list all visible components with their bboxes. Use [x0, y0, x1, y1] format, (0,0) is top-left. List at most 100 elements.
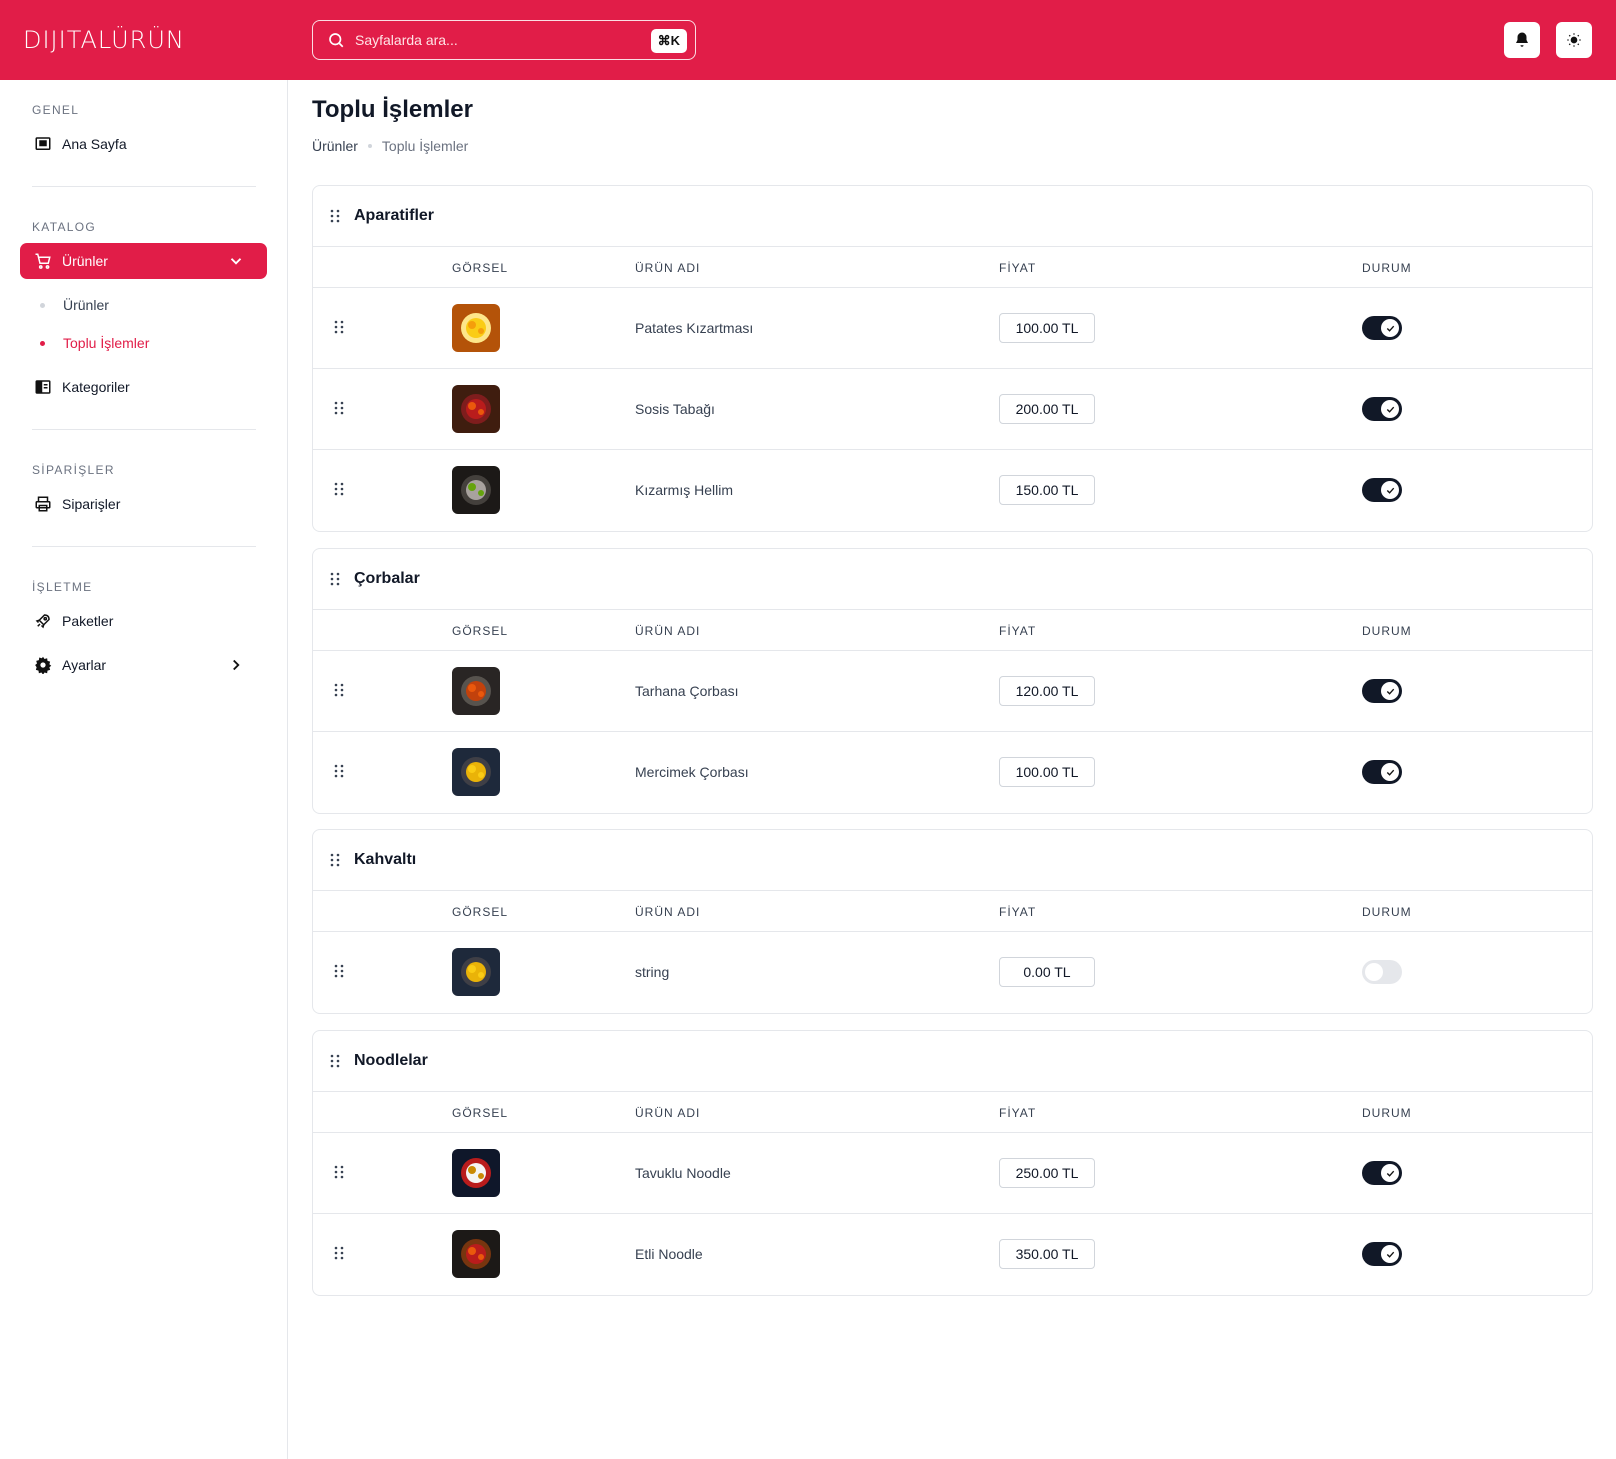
table-row: Tavuklu Noodle 250.00 TL: [313, 1133, 1592, 1214]
drag-handle-icon[interactable]: [330, 1054, 340, 1068]
sidebar-item-label: Paketler: [62, 613, 114, 629]
section-isletme: İŞLETME: [32, 580, 93, 594]
table-row: Patates Kızartması 100.00 TL: [313, 288, 1592, 369]
sidebar-item-categories[interactable]: Kategoriler: [20, 369, 267, 405]
product-image: [452, 304, 500, 352]
sidebar-item-packages[interactable]: Paketler: [20, 603, 267, 639]
check-icon: [1386, 688, 1394, 695]
product-image: [452, 948, 500, 996]
column-header-name: ÜRÜN ADI: [635, 1106, 701, 1120]
category-title: Kahvaltı: [354, 851, 417, 868]
drag-handle-icon[interactable]: [334, 401, 344, 415]
product-name: Mercimek Çorbası: [635, 764, 749, 780]
sidebar-item-products[interactable]: Ürünler: [20, 243, 267, 279]
column-header-status: DURUM: [1362, 1106, 1412, 1120]
status-toggle[interactable]: [1362, 960, 1402, 984]
sidebar-item-home[interactable]: Ana Sayfa: [20, 126, 267, 162]
sidebar-item-settings[interactable]: Ayarlar: [20, 647, 267, 683]
drag-handle-icon[interactable]: [334, 482, 344, 496]
status-toggle[interactable]: [1362, 1242, 1402, 1266]
column-header-status: DURUM: [1362, 624, 1412, 638]
table-row: Tarhana Çorbası 120.00 TL: [313, 651, 1592, 732]
drag-handle-icon[interactable]: [334, 1246, 344, 1260]
logo[interactable]: DIJITALÜRÜN: [23, 24, 185, 56]
notifications-button[interactable]: [1504, 22, 1540, 58]
category-card: Aparatifler GÖRSEL ÜRÜN ADI FİYAT DURUM …: [312, 185, 1593, 532]
table-header: GÖRSEL ÜRÜN ADI FİYAT DURUM: [313, 1092, 1592, 1133]
drag-handle-icon[interactable]: [334, 683, 344, 697]
check-icon: [1386, 1251, 1394, 1258]
sidebar-item-label: Ayarlar: [62, 657, 107, 673]
toggle-knob: [1381, 400, 1399, 418]
check-icon: [1386, 769, 1394, 776]
price-input[interactable]: 150.00 TL: [999, 475, 1095, 505]
column-header-image: GÖRSEL: [452, 261, 509, 275]
category-title: Aparatifler: [354, 207, 435, 224]
search-shortcut: ⌘K: [650, 29, 687, 53]
product-name: Tarhana Çorbası: [635, 683, 739, 699]
drag-handle-icon[interactable]: [330, 853, 340, 867]
drag-handle-icon[interactable]: [334, 964, 344, 978]
bullet: [40, 302, 45, 308]
drag-handle-icon[interactable]: [334, 1165, 344, 1179]
status-toggle[interactable]: [1362, 316, 1402, 340]
price-input[interactable]: 250.00 TL: [999, 1158, 1095, 1188]
column-header-status: DURUM: [1362, 905, 1412, 919]
sidebar-item-orders[interactable]: Siparişler: [20, 486, 267, 522]
price-input[interactable]: 100.00 TL: [999, 757, 1095, 787]
column-header-price: FİYAT: [999, 261, 1037, 275]
section-katalog: KATALOG: [32, 220, 97, 234]
chevron-down-icon: [230, 258, 242, 265]
bullet: [40, 340, 45, 346]
status-toggle[interactable]: [1362, 760, 1402, 784]
price-input[interactable]: 0.00 TL: [999, 957, 1095, 987]
category-title: Çorbalar: [354, 570, 420, 587]
column-header-image: GÖRSEL: [452, 905, 509, 919]
rocket-icon: [35, 614, 50, 629]
product-name: Etli Noodle: [635, 1246, 703, 1262]
price-input[interactable]: 100.00 TL: [999, 313, 1095, 343]
product-name: Kızarmış Hellim: [635, 482, 734, 498]
toggle-knob: [1381, 1245, 1399, 1263]
bell-icon: [1516, 32, 1528, 47]
table-header: GÖRSEL ÜRÜN ADI FİYAT DURUM: [313, 247, 1592, 288]
breadcrumb-item-current: Toplu İşlemler: [381, 138, 469, 154]
drag-handle-icon[interactable]: [330, 209, 340, 223]
product-image: [452, 748, 500, 796]
theme-toggle-button[interactable]: [1556, 22, 1592, 58]
drag-handle-icon[interactable]: [334, 320, 344, 334]
category-header: Çorbalar: [313, 549, 1592, 610]
status-toggle[interactable]: [1362, 679, 1402, 703]
drag-handle-icon[interactable]: [330, 572, 340, 586]
chevron-right-icon: [233, 659, 240, 671]
sidebar-subitem-bulk-operations[interactable]: Toplu İşlemler: [40, 335, 149, 351]
sidebar-subitem-products[interactable]: Ürünler: [40, 297, 109, 313]
price-input[interactable]: 200.00 TL: [999, 394, 1095, 424]
category-card: Noodlelar GÖRSEL ÜRÜN ADI FİYAT DURUM Ta…: [312, 1030, 1593, 1296]
column-header-name: ÜRÜN ADI: [635, 624, 701, 638]
status-toggle[interactable]: [1362, 397, 1402, 421]
category-card: Kahvaltı GÖRSEL ÜRÜN ADI FİYAT DURUM str…: [312, 829, 1593, 1014]
search-input[interactable]: Sayfalarda ara... ⌘K: [312, 20, 696, 60]
product-name: Patates Kızartması: [635, 320, 754, 336]
column-header-image: GÖRSEL: [452, 624, 509, 638]
breadcrumb-item[interactable]: Ürünler: [312, 138, 358, 154]
check-icon: [1386, 487, 1394, 494]
price-input[interactable]: 350.00 TL: [999, 1239, 1095, 1269]
column-header-status: DURUM: [1362, 261, 1412, 275]
sidebar-subitem-label: Toplu İşlemler: [63, 335, 150, 351]
toggle-knob: [1381, 763, 1399, 781]
drag-handle-icon[interactable]: [334, 764, 344, 778]
table-row: Kızarmış Hellim 150.00 TL: [313, 450, 1592, 531]
sidebar-subitem-label: Ürünler: [63, 297, 109, 313]
search-icon: [329, 33, 344, 48]
section-siparisler: SİPARİŞLER: [32, 463, 115, 477]
toggle-knob: [1381, 1164, 1399, 1182]
table-row: Etli Noodle 350.00 TL: [313, 1214, 1592, 1295]
status-toggle[interactable]: [1362, 1161, 1402, 1185]
category-header: Aparatifler: [313, 186, 1592, 247]
price-input[interactable]: 120.00 TL: [999, 676, 1095, 706]
cart-icon: [35, 253, 51, 269]
divider: [32, 429, 256, 430]
status-toggle[interactable]: [1362, 478, 1402, 502]
